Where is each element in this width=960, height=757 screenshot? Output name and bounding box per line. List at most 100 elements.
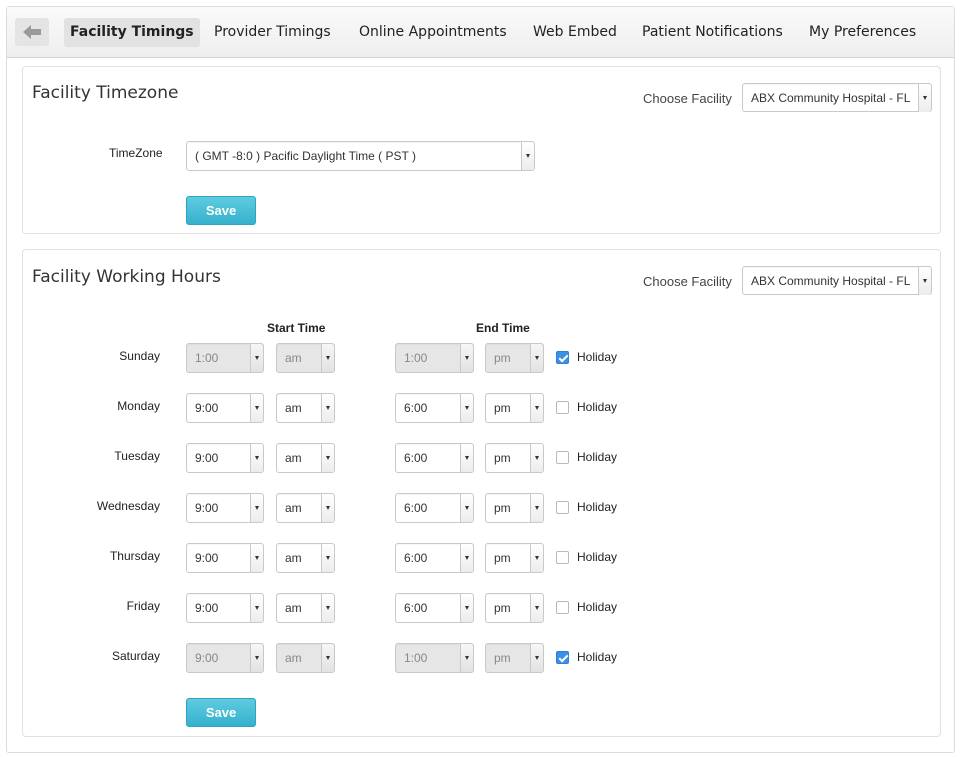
end-time-select-value: 6:00 — [404, 501, 428, 515]
start-time-select[interactable]: 9:00 — [186, 593, 264, 623]
start-ampm-select[interactable]: am — [276, 543, 335, 573]
end-ampm-select-value: pm — [494, 651, 511, 665]
start-time-select-value: 9:00 — [195, 501, 219, 515]
end-time-select[interactable]: 6:00 — [395, 443, 474, 473]
end-time-select-value: 6:00 — [404, 401, 428, 415]
end-time-select[interactable]: 6:00 — [395, 493, 474, 523]
end-ampm-select-value: pm — [494, 451, 511, 465]
chevron-down-icon — [250, 444, 263, 472]
start-ampm-select-value: am — [285, 401, 302, 415]
facility-select[interactable]: ABX Community Hospital - FL — [742, 266, 932, 295]
choose-facility-label: Choose Facility — [643, 274, 732, 289]
timezone-panel: Facility Timezone Choose Facility ABX Co… — [22, 66, 941, 234]
holiday-label: Holiday — [577, 600, 618, 614]
day-label: Thursday — [109, 549, 160, 563]
chevron-down-icon — [460, 494, 473, 522]
holiday-checkbox[interactable] — [556, 551, 569, 564]
chevron-down-icon — [530, 344, 543, 372]
end-time-select[interactable]: 6:00 — [395, 593, 474, 623]
start-ampm-select[interactable]: am — [276, 643, 335, 673]
end-ampm-select[interactable]: pm — [485, 393, 544, 423]
tab-facility-timings[interactable]: Facility Timings — [64, 18, 200, 47]
end-ampm-select[interactable]: pm — [485, 643, 544, 673]
end-ampm-select[interactable]: pm — [485, 443, 544, 473]
holiday-checkbox[interactable] — [556, 601, 569, 614]
chevron-down-icon — [321, 594, 334, 622]
timezone-select[interactable]: ( GMT -8:0 ) Pacific Daylight Time ( PST… — [186, 141, 535, 171]
timezone-select-value: ( GMT -8:0 ) Pacific Daylight Time ( PST… — [195, 149, 416, 163]
start-time-select-value: 9:00 — [195, 451, 219, 465]
chevron-down-icon — [460, 594, 473, 622]
holiday-checkbox[interactable] — [556, 351, 569, 364]
end-ampm-select[interactable]: pm — [485, 493, 544, 523]
end-ampm-select[interactable]: pm — [485, 543, 544, 573]
back-arrow-icon — [23, 25, 41, 39]
start-time-select[interactable]: 9:00 — [186, 643, 264, 673]
start-ampm-select[interactable]: am — [276, 343, 335, 373]
end-ampm-select[interactable]: pm — [485, 593, 544, 623]
chevron-down-icon — [460, 444, 473, 472]
chevron-down-icon — [918, 84, 931, 112]
holiday-label: Holiday — [577, 650, 618, 664]
start-ampm-select-value: am — [285, 501, 302, 515]
chevron-down-icon — [250, 644, 263, 672]
holiday-checkbox[interactable] — [556, 401, 569, 414]
start-time-select[interactable]: 9:00 — [186, 493, 264, 523]
facility-select-value: ABX Community Hospital - FL — [751, 274, 911, 288]
holiday-label: Holiday — [577, 500, 618, 514]
chevron-down-icon — [530, 544, 543, 572]
start-ampm-select-value: am — [285, 651, 302, 665]
end-time-select[interactable]: 6:00 — [395, 393, 474, 423]
start-time-select[interactable]: 9:00 — [186, 543, 264, 573]
start-time-select[interactable]: 1:00 — [186, 343, 264, 373]
chevron-down-icon — [250, 594, 263, 622]
start-time-select-value: 9:00 — [195, 651, 219, 665]
holiday-label: Holiday — [577, 550, 618, 564]
day-label: Monday — [117, 399, 160, 413]
back-button[interactable] — [15, 18, 49, 46]
start-ampm-select-value: am — [285, 551, 302, 565]
end-time-select[interactable]: 6:00 — [395, 543, 474, 573]
timezone-label: TimeZone — [109, 146, 163, 160]
end-ampm-select-value: pm — [494, 601, 511, 615]
tab-online-appointments[interactable]: Online Appointments — [353, 18, 513, 47]
working-hours-save-button[interactable]: Save — [186, 698, 256, 727]
end-time-select[interactable]: 1:00 — [395, 343, 474, 373]
holiday-label: Holiday — [577, 450, 618, 464]
chevron-down-icon — [321, 544, 334, 572]
start-ampm-select[interactable]: am — [276, 393, 335, 423]
chevron-down-icon — [530, 494, 543, 522]
day-label: Saturday — [111, 649, 160, 663]
tab-provider-timings[interactable]: Provider Timings — [208, 18, 337, 47]
chevron-down-icon — [530, 444, 543, 472]
choose-facility-label: Choose Facility — [643, 91, 732, 106]
end-time-select-value: 6:00 — [404, 451, 428, 465]
timezone-panel-title: Facility Timezone — [32, 83, 179, 103]
start-ampm-select[interactable]: am — [276, 443, 335, 473]
settings-window: Facility Timings Provider Timings Online… — [6, 6, 955, 753]
start-time-header: Start Time — [267, 321, 326, 335]
chevron-down-icon — [250, 394, 263, 422]
facility-select[interactable]: ABX Community Hospital - FL — [742, 83, 932, 112]
end-ampm-select-value: pm — [494, 351, 511, 365]
working-hours-panel-title: Facility Working Hours — [32, 267, 221, 287]
chevron-down-icon — [250, 344, 263, 372]
end-ampm-select[interactable]: pm — [485, 343, 544, 373]
start-time-select[interactable]: 9:00 — [186, 443, 264, 473]
holiday-checkbox[interactable] — [556, 651, 569, 664]
tab-my-preferences[interactable]: My Preferences — [803, 18, 922, 47]
tab-patient-notifications[interactable]: Patient Notifications — [636, 18, 789, 47]
end-time-select[interactable]: 1:00 — [395, 643, 474, 673]
holiday-checkbox[interactable] — [556, 501, 569, 514]
chevron-down-icon — [321, 494, 334, 522]
end-time-select-value: 6:00 — [404, 551, 428, 565]
chevron-down-icon — [321, 394, 334, 422]
tab-web-embed[interactable]: Web Embed — [527, 18, 623, 47]
holiday-checkbox[interactable] — [556, 451, 569, 464]
start-time-select[interactable]: 9:00 — [186, 393, 264, 423]
start-ampm-select[interactable]: am — [276, 593, 335, 623]
start-ampm-select-value: am — [285, 601, 302, 615]
start-ampm-select[interactable]: am — [276, 493, 335, 523]
timezone-save-button[interactable]: Save — [186, 196, 256, 225]
start-time-select-value: 9:00 — [195, 551, 219, 565]
